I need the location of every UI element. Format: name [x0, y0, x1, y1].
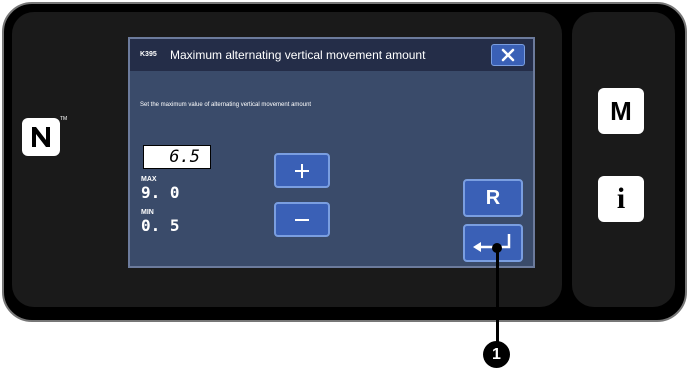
dialog-title: Maximum alternating vertical movement am… [170, 48, 426, 62]
max-value: 9. 0 [141, 183, 180, 202]
title-bar: K395 Maximum alternating vertical moveme… [130, 39, 533, 71]
minus-button[interactable] [274, 202, 330, 237]
parameter-code: K395 [140, 51, 157, 58]
description-text: Set the maximum value of alternating ver… [140, 102, 312, 108]
min-value: 0. 5 [141, 216, 180, 235]
min-label: MIN [141, 209, 154, 216]
max-label: MAX [141, 176, 157, 183]
info-button[interactable]: i [598, 176, 644, 222]
callout-leader-dot [492, 243, 502, 253]
reset-button[interactable]: R [463, 179, 523, 217]
plus-icon [295, 163, 309, 178]
plus-button[interactable] [274, 153, 330, 188]
nfc-icon: TM [22, 116, 67, 156]
close-button[interactable] [491, 44, 525, 66]
callout-leader-line [496, 246, 499, 350]
callout-number: 1 [483, 341, 510, 368]
mode-button[interactable]: M [598, 88, 644, 134]
side-key-bezel [572, 12, 675, 307]
value-display[interactable]: 6.5 [143, 145, 211, 169]
close-icon [501, 48, 515, 62]
minus-icon [295, 218, 309, 221]
dialog-screen: K395 Maximum alternating vertical moveme… [128, 37, 535, 268]
